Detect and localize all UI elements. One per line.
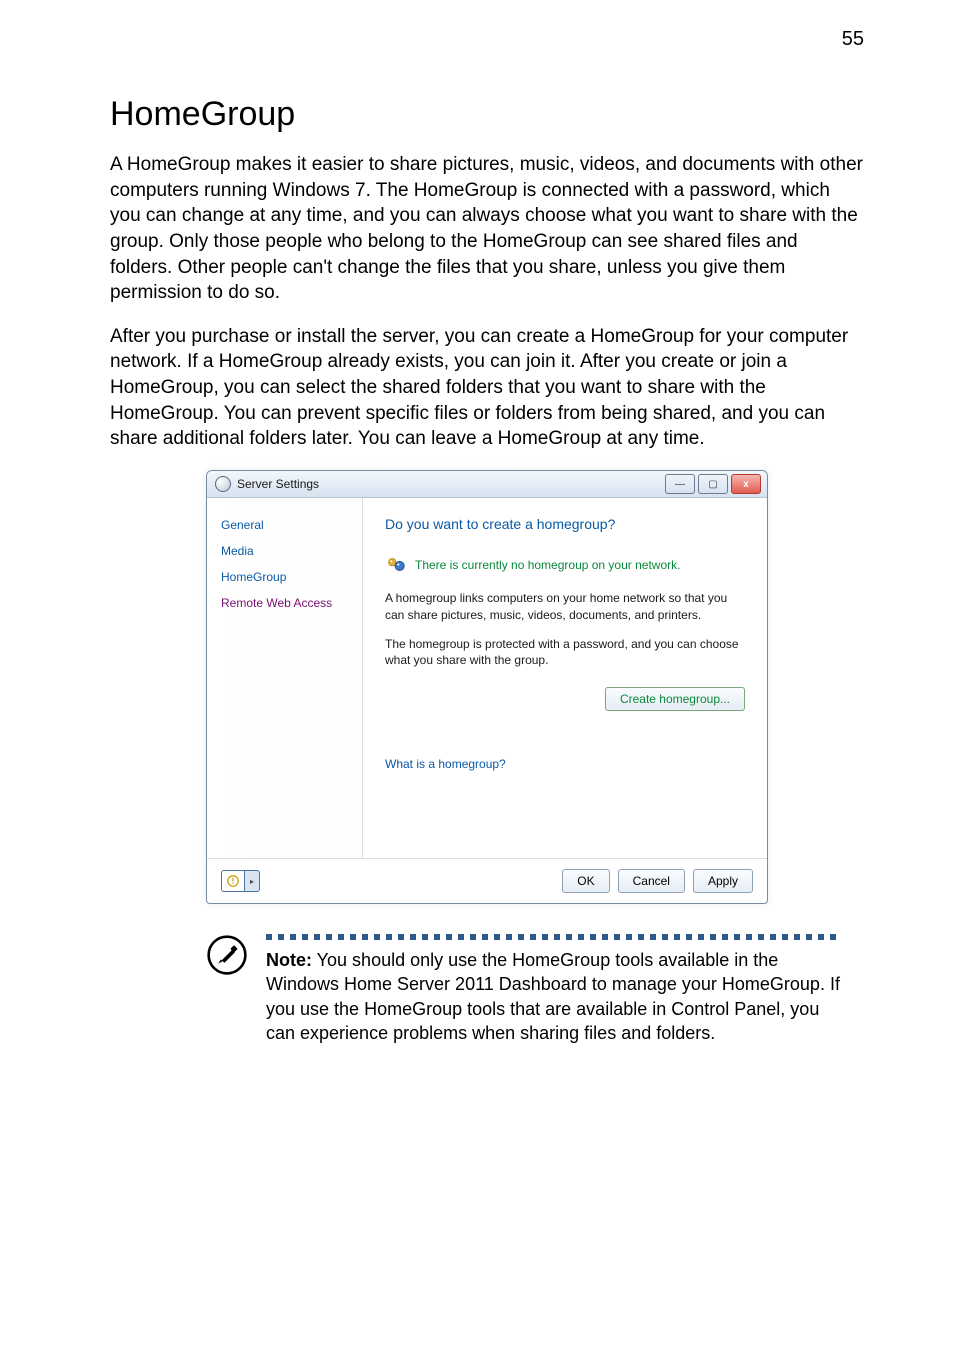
note-text: Note: You should only use the HomeGroup … (266, 948, 844, 1045)
alert-circle-icon (226, 874, 240, 888)
settings-content-pane: Do you want to create a homegroup? There… (363, 498, 767, 858)
cancel-button[interactable]: Cancel (618, 869, 685, 893)
sidebar-item-general[interactable]: General (207, 512, 362, 538)
ok-button[interactable]: OK (562, 869, 609, 893)
chevron-right-icon: ▸ (244, 870, 260, 892)
note-divider (266, 934, 844, 940)
note-body: You should only use the HomeGroup tools … (266, 950, 840, 1043)
pane-headline: Do you want to create a homegroup? (385, 516, 745, 532)
intro-paragraph-1: A HomeGroup makes it easier to share pic… (110, 152, 864, 306)
create-homegroup-button[interactable]: Create homegroup... (605, 687, 745, 711)
sidebar-item-homegroup[interactable]: HomeGroup (207, 564, 362, 590)
dialog-footer: ▸ OK Cancel Apply (207, 858, 767, 903)
info-icon (221, 870, 244, 892)
server-settings-dialog: Server Settings — ▢ x General Media Home… (206, 470, 768, 904)
intro-paragraph-2: After you purchase or install the server… (110, 324, 864, 452)
titlebar: Server Settings — ▢ x (207, 471, 767, 498)
info-split-button[interactable]: ▸ (221, 870, 260, 892)
homegroup-description: A homegroup links computers on your home… (385, 590, 745, 624)
page-title: HomeGroup (110, 95, 864, 134)
settings-sidebar: General Media HomeGroup Remote Web Acces… (207, 498, 363, 858)
close-button[interactable]: x (731, 474, 761, 494)
maximize-button[interactable]: ▢ (698, 474, 728, 494)
dialog-title: Server Settings (237, 477, 319, 491)
homegroup-icon (385, 554, 407, 576)
sidebar-item-remote-web-access[interactable]: Remote Web Access (207, 590, 362, 616)
app-icon (215, 476, 231, 492)
sidebar-item-media[interactable]: Media (207, 538, 362, 564)
page-number: 55 (842, 28, 864, 51)
homegroup-status-text: There is currently no homegroup on your … (415, 558, 680, 572)
homegroup-protection-text: The homegroup is protected with a passwo… (385, 636, 745, 670)
note-label: Note: (266, 950, 312, 970)
what-is-homegroup-link[interactable]: What is a homegroup? (385, 757, 745, 771)
apply-button[interactable]: Apply (693, 869, 753, 893)
minimize-button[interactable]: — (665, 474, 695, 494)
note-pin-icon (206, 934, 248, 976)
dialog-figure: Server Settings — ▢ x General Media Home… (110, 470, 864, 904)
